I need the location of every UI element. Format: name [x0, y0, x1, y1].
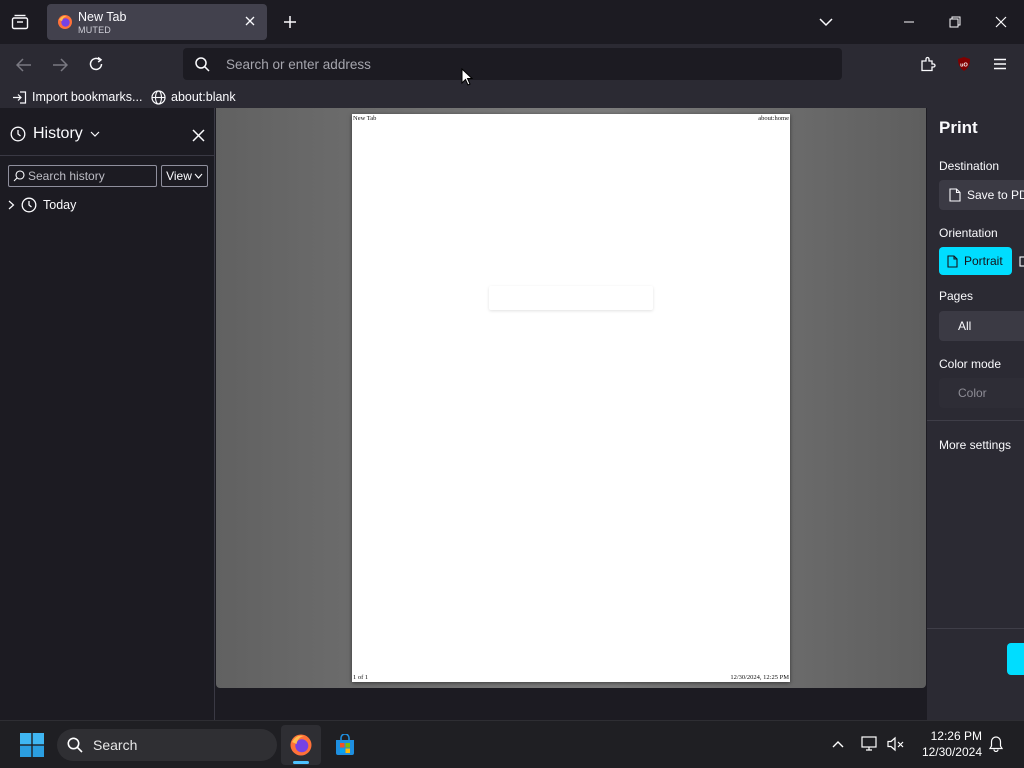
- landscape-icon: [1019, 255, 1024, 267]
- notification-bell-icon[interactable]: [987, 735, 1005, 753]
- taskbar-search-box[interactable]: Search: [57, 729, 277, 761]
- close-window-icon[interactable]: [991, 12, 1011, 32]
- save-button[interactable]: [1007, 643, 1024, 675]
- panel-divider: [927, 420, 1024, 421]
- menu-hamburger-icon[interactable]: [990, 54, 1010, 74]
- print-settings-panel: Print Destination Save to PDF Orientatio…: [927, 108, 1024, 720]
- import-icon: [12, 90, 27, 104]
- tab-title: New Tab: [78, 10, 127, 24]
- address-bar[interactable]: Search or enter address: [183, 48, 842, 80]
- clock-time: 12:26 PM: [930, 729, 982, 743]
- taskbar-search-label: Search: [93, 737, 138, 753]
- firefox-tab-icon: [57, 14, 73, 30]
- clock-icon: [21, 197, 37, 213]
- portrait-button[interactable]: Portrait: [939, 247, 1012, 275]
- color-mode-value: Color: [958, 386, 987, 400]
- forward-arrow-icon[interactable]: [50, 55, 70, 75]
- back-arrow-icon[interactable]: [14, 55, 34, 75]
- chevron-down-icon[interactable]: [816, 12, 836, 32]
- bookmark-about-blank-label: about:blank: [171, 90, 236, 104]
- sidebar-title: History: [33, 125, 83, 142]
- chevron-right-icon: [8, 200, 15, 210]
- browser-content: History View T: [0, 108, 1024, 720]
- document-icon: [947, 254, 958, 268]
- page-header-right: about:home: [758, 115, 789, 122]
- globe-icon: [151, 89, 166, 105]
- address-placeholder: Search or enter address: [226, 57, 371, 72]
- page-footer-left: 1 of 1: [353, 674, 369, 681]
- pages-label: Pages: [939, 289, 974, 303]
- microsoft-store-icon[interactable]: [327, 725, 363, 765]
- color-mode-label: Color mode: [939, 357, 1002, 371]
- sidebar-switcher[interactable]: History: [10, 125, 100, 143]
- page-footer-right: 12/30/2024, 12:25 PM: [730, 674, 789, 681]
- active-app-indicator: [293, 761, 309, 764]
- clock-icon: [10, 126, 26, 142]
- clock-date: 12/30/2024: [921, 745, 982, 759]
- taskbar-clock[interactable]: 12:26 PM 12/30/2024: [916, 728, 982, 760]
- history-search-input[interactable]: [28, 168, 153, 184]
- minimize-icon[interactable]: [899, 12, 919, 32]
- landscape-button[interactable]: [1016, 247, 1024, 275]
- new-tab-icon[interactable]: [280, 12, 300, 32]
- chevron-down-icon: [90, 131, 100, 137]
- chevron-up-icon[interactable]: [829, 735, 847, 753]
- search-icon: [195, 57, 210, 72]
- search-icon: [67, 737, 83, 753]
- pages-select[interactable]: All: [939, 311, 1024, 341]
- destination-label: Destination: [939, 159, 1000, 173]
- page-search-box: [489, 286, 653, 310]
- bookmark-import[interactable]: Import bookmarks...: [12, 88, 142, 106]
- firefox-taskbar-icon[interactable]: [281, 725, 321, 765]
- destination-value: Save to PDF: [967, 188, 1024, 202]
- panel-footer-divider: [927, 628, 1024, 629]
- close-tab-icon[interactable]: [245, 16, 255, 26]
- pages-value: All: [958, 319, 972, 333]
- history-group-label: Today: [43, 198, 77, 212]
- restore-icon[interactable]: [945, 12, 965, 32]
- preview-page: New Tab about:home 1 of 1 12/30/2024, 12…: [352, 114, 790, 682]
- print-title: Print: [939, 118, 978, 137]
- mouse-cursor-icon: [461, 68, 473, 86]
- volume-muted-icon[interactable]: [886, 735, 906, 753]
- ublock-origin-icon[interactable]: uO: [954, 54, 974, 74]
- tab-muted-label: MUTED: [78, 25, 111, 35]
- navigation-toolbar: Search or enter address uO: [0, 44, 1024, 86]
- history-group-today[interactable]: Today: [8, 197, 76, 213]
- print-preview-area: New Tab about:home 1 of 1 12/30/2024, 12…: [216, 108, 926, 688]
- svg-text:uO: uO: [960, 63, 968, 69]
- history-search-field[interactable]: [8, 165, 157, 187]
- destination-select[interactable]: Save to PDF: [939, 180, 1024, 210]
- bookmarks-toolbar: Import bookmarks... about:blank: [0, 86, 1024, 108]
- tab-new-tab[interactable]: New Tab MUTED: [47, 4, 267, 40]
- reload-icon[interactable]: [86, 54, 106, 74]
- windows-start-icon[interactable]: [20, 733, 44, 757]
- page-header-left: New Tab: [353, 115, 377, 122]
- network-icon[interactable]: [860, 735, 880, 753]
- view-menu-button[interactable]: View: [161, 165, 208, 187]
- tab-strip: New Tab MUTED: [0, 0, 1024, 44]
- sidebar-divider: [0, 155, 215, 156]
- view-label: View: [166, 169, 192, 183]
- orientation-label: Orientation: [939, 226, 998, 240]
- color-mode-select[interactable]: Color: [939, 378, 1024, 408]
- document-icon: [949, 188, 961, 202]
- history-sidebar: History View T: [0, 108, 215, 720]
- bookmark-import-label: Import bookmarks...: [32, 90, 143, 104]
- windows-taskbar: Search 12:26 PM 12/30/2024: [0, 720, 1024, 768]
- extensions-icon[interactable]: [918, 54, 938, 74]
- more-settings-toggle[interactable]: More settings: [939, 438, 1011, 452]
- tab-list-icon[interactable]: [8, 10, 32, 34]
- search-icon: [13, 170, 25, 182]
- bookmark-about-blank[interactable]: about:blank: [151, 88, 236, 106]
- chevron-down-icon: [194, 173, 203, 179]
- portrait-label: Portrait: [964, 254, 1003, 268]
- close-sidebar-icon[interactable]: [189, 126, 207, 144]
